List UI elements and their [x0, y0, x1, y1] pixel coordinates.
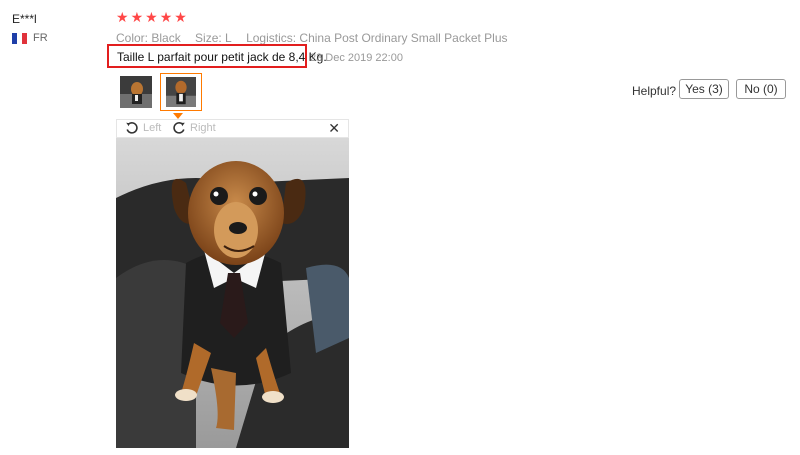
star-icon: ★: [116, 9, 129, 25]
review-thumbnail-selected[interactable]: [160, 73, 202, 111]
review-photo-image: [116, 138, 349, 448]
rotate-left-button[interactable]: Left: [125, 121, 161, 135]
rotate-left-icon: [126, 122, 138, 134]
star-icon: ★: [174, 9, 187, 25]
rotate-right-button[interactable]: Right: [172, 121, 216, 135]
review-photo: [116, 138, 349, 448]
reviewer-name: E***l: [12, 12, 37, 26]
country-code: FR: [33, 32, 48, 44]
rotate-right-label: Right: [190, 122, 216, 134]
thumbnail-image: [166, 77, 196, 107]
rotate-left-label: Left: [143, 122, 162, 134]
thumbnail-image: [120, 76, 152, 108]
review-thumbnail[interactable]: [120, 76, 152, 108]
meta-size: Size: L: [195, 31, 232, 45]
helpful-yes-button[interactable]: Yes (3): [679, 79, 729, 99]
close-icon[interactable]: ✕: [328, 120, 340, 137]
star-icon: ★: [159, 9, 173, 25]
star-icon: ★: [130, 9, 144, 25]
star-rating: ★ ★ ★ ★ ★: [116, 10, 187, 24]
helpful-no-button[interactable]: No (0): [736, 79, 786, 99]
helpful-label: Helpful?: [632, 84, 677, 98]
reviewer-country: FR: [12, 32, 48, 44]
review-text: Taille L parfait pour petit jack de 8,4 …: [107, 44, 327, 68]
meta-logistics: Logistics: China Post Ordinary Small Pac…: [246, 31, 508, 45]
review-date: 23 Dec 2019 22:00: [310, 52, 403, 64]
image-viewer-toolbar: Left Right ✕: [116, 119, 349, 138]
france-flag-icon: [12, 32, 27, 44]
star-icon: ★: [145, 9, 158, 25]
rotate-right-icon: [173, 122, 185, 134]
order-meta: Color: Black Size: L Logistics: China Po…: [116, 31, 519, 45]
meta-color: Color: Black: [116, 31, 181, 45]
